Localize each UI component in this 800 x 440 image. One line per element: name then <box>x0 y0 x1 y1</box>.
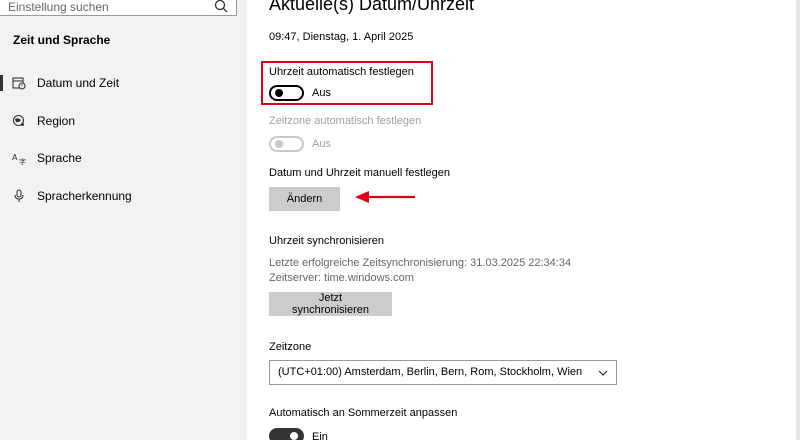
sidebar-item-sprache[interactable]: A 字 Sprache <box>0 141 247 175</box>
calendar-clock-icon <box>12 77 26 90</box>
sidebar-item-label: Sprache <box>37 151 82 165</box>
auto-zone-toggle[interactable] <box>269 136 304 152</box>
sidebar-item-label: Spracherkennung <box>37 189 132 203</box>
toggle-knob <box>275 89 283 97</box>
manual-datetime-label: Datum und Uhrzeit manuell festlegen <box>269 167 450 179</box>
language-icon: A 字 <box>12 153 26 165</box>
sidebar-section-title: Zeit und Sprache <box>13 33 111 47</box>
auto-zone-label: Zeitzone automatisch festlegen <box>269 115 422 127</box>
auto-zone-state: Aus <box>312 138 331 150</box>
toggle-knob <box>290 432 298 440</box>
globe-pin-icon <box>12 114 25 127</box>
sidebar: Einstellung suchen Zeit und Sprache Datu… <box>0 0 247 440</box>
auto-time-toggle[interactable] <box>269 85 304 101</box>
sidebar-item-datum-und-zeit[interactable]: Datum und Zeit <box>0 66 247 100</box>
current-datetime: 09:47, Dienstag, 1. April 2025 <box>269 31 414 43</box>
timezone-label: Zeitzone <box>269 341 312 353</box>
auto-time-label: Uhrzeit automatisch festlegen <box>269 66 414 78</box>
sync-heading: Uhrzeit synchronisieren <box>269 235 384 247</box>
change-button[interactable]: Ändern <box>269 187 340 211</box>
auto-time-state: Aus <box>312 87 331 99</box>
search-input[interactable]: Einstellung suchen <box>8 0 109 14</box>
page-title: Aktuelle(s) Datum/Uhrzeit <box>269 0 475 14</box>
timezone-value: (UTC+01:00) Amsterdam, Berlin, Bern, Rom… <box>278 366 583 378</box>
svg-text:A: A <box>12 153 18 162</box>
timezone-select[interactable]: (UTC+01:00) Amsterdam, Berlin, Bern, Rom… <box>269 360 617 385</box>
sidebar-item-label: Region <box>37 114 76 128</box>
dst-label: Automatisch an Sommerzeit anpassen <box>269 407 458 419</box>
sidebar-item-region[interactable]: Region <box>0 104 247 138</box>
sync-now-button[interactable]: Jetzt synchronisieren <box>269 292 392 316</box>
sync-last-time: Letzte erfolgreiche Zeitsynchronisierung… <box>269 257 572 269</box>
sync-server: Zeitserver: time.windows.com <box>269 272 414 284</box>
toggle-knob <box>275 140 283 148</box>
microphone-icon <box>14 189 24 202</box>
search-box[interactable]: Einstellung suchen <box>0 0 237 16</box>
sidebar-item-spracherkennung[interactable]: Spracherkennung <box>0 179 247 213</box>
chevron-down-icon <box>598 370 608 376</box>
dst-state: Ein <box>312 431 328 440</box>
main-content: Aktuelle(s) Datum/Uhrzeit 09:47, Diensta… <box>247 0 800 440</box>
dst-toggle[interactable] <box>269 428 304 440</box>
settings-window: Einstellung suchen Zeit und Sprache Datu… <box>0 0 800 440</box>
annotation-arrow <box>355 191 415 203</box>
search-icon[interactable] <box>214 0 228 13</box>
scrollbar[interactable] <box>796 0 800 440</box>
sidebar-item-label: Datum und Zeit <box>37 76 120 90</box>
svg-text:字: 字 <box>19 157 26 165</box>
